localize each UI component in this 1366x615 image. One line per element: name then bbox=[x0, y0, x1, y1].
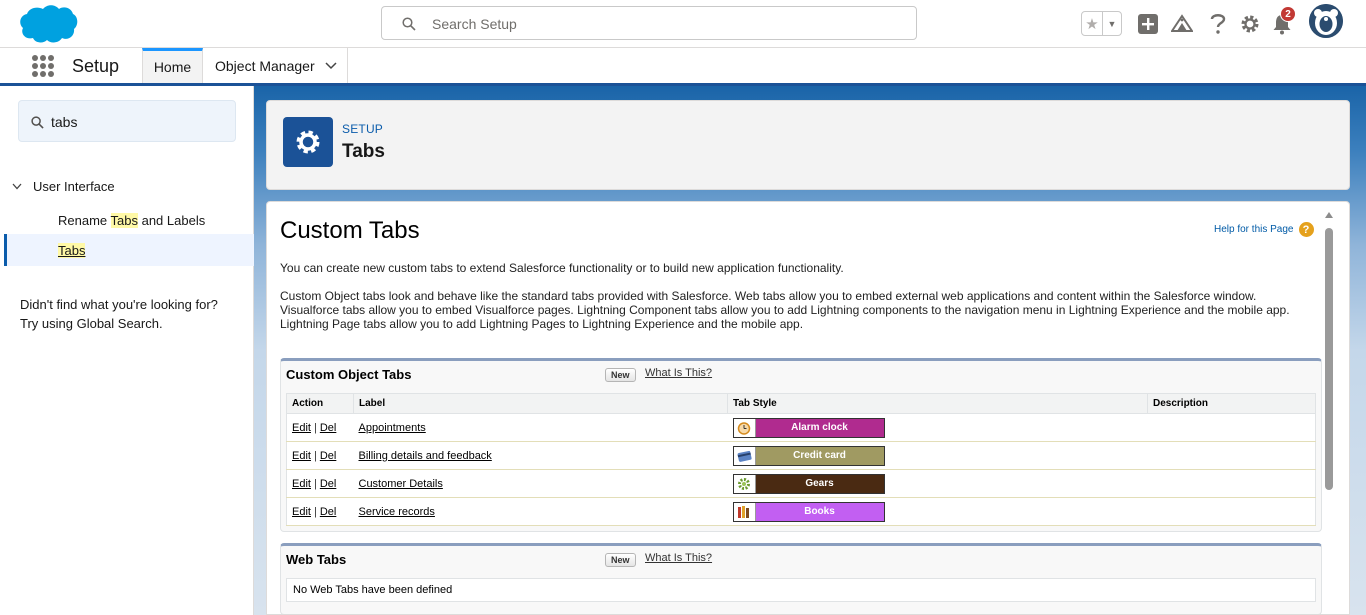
column-header-description: Description bbox=[1147, 393, 1316, 414]
global-search-hint: Didn't find what you're looking for? Try… bbox=[20, 297, 218, 331]
tree-node-label: User Interface bbox=[33, 179, 115, 194]
web-tabs-empty-message: No Web Tabs have been defined bbox=[286, 578, 1316, 602]
scrollbar-thumb[interactable] bbox=[1325, 228, 1333, 490]
tab-label-link[interactable]: Appointments bbox=[359, 422, 426, 434]
what-is-this-link[interactable]: What Is This? bbox=[645, 367, 712, 379]
row-actions: Edit | Del bbox=[286, 497, 354, 526]
tab-style-swatch: Books bbox=[732, 501, 885, 522]
column-header-label: Label bbox=[353, 393, 728, 414]
row-description bbox=[1147, 469, 1316, 498]
column-header-action: Action bbox=[286, 393, 354, 414]
sidebar-item-tabs[interactable]: Tabs bbox=[4, 234, 254, 266]
help-icon[interactable] bbox=[1206, 12, 1230, 36]
favorites-star-icon[interactable]: ★ bbox=[1082, 12, 1103, 35]
search-icon bbox=[31, 116, 44, 129]
global-search-input[interactable] bbox=[432, 14, 892, 34]
global-actions-add-icon[interactable] bbox=[1136, 12, 1160, 36]
tab-style-swatch: Alarm clock bbox=[732, 417, 885, 438]
row-actions: Edit | Del bbox=[286, 413, 354, 442]
app-name: Setup bbox=[72, 56, 120, 76]
intro-paragraph: You can create new custom tabs to extend… bbox=[280, 261, 844, 275]
description-paragraph: Custom Object tabs look and behave like … bbox=[280, 289, 1290, 331]
table-row: Edit | Del Billing details and feedback Cr… bbox=[286, 441, 1316, 470]
column-header-tab-style: Tab Style bbox=[727, 393, 1148, 414]
search-icon bbox=[402, 17, 416, 31]
tab-style-name: Gears bbox=[755, 474, 884, 493]
tab-style-name: Books bbox=[755, 502, 884, 521]
setup-gear-icon bbox=[283, 117, 333, 167]
tab-home-label: Home bbox=[153, 59, 192, 75]
salesforce-logo[interactable] bbox=[18, 3, 78, 45]
content-panel: Custom Tabs Help for this Page ? You can… bbox=[266, 201, 1350, 615]
row-description bbox=[1147, 413, 1316, 442]
page-header: SETUP Tabs bbox=[266, 100, 1350, 190]
edit-link[interactable]: Edit bbox=[292, 506, 311, 518]
trailhead-guidance-icon[interactable] bbox=[1170, 12, 1194, 36]
favorites-dropdown-icon[interactable]: ▼ bbox=[1103, 12, 1121, 35]
tab-style-swatch: Credit card bbox=[732, 445, 885, 466]
sidebar-item-rename-tabs-and-labels[interactable]: Rename Tabs and Labels bbox=[4, 204, 254, 236]
table-row: Edit | Del Service records Books bbox=[286, 497, 1316, 526]
tab-object-manager-label: Object Manager bbox=[215, 57, 315, 74]
quick-find-input[interactable] bbox=[51, 112, 221, 132]
help-question-icon[interactable]: ? bbox=[1298, 222, 1314, 237]
row-description bbox=[1147, 441, 1316, 470]
del-link[interactable]: Del bbox=[320, 506, 337, 518]
edit-link[interactable]: Edit bbox=[292, 450, 311, 462]
tab-label-link[interactable]: Service records bbox=[359, 506, 435, 518]
user-avatar[interactable] bbox=[1309, 4, 1343, 38]
favorites-group[interactable]: ★ ▼ bbox=[1081, 11, 1122, 36]
table-row: Edit | Del Customer Details Gears bbox=[286, 469, 1316, 498]
tab-label-link[interactable]: Customer Details bbox=[359, 478, 443, 490]
what-is-this-link[interactable]: What Is This? bbox=[645, 552, 712, 564]
sidebar-item-label: Tabs bbox=[58, 242, 86, 258]
chevron-down-icon[interactable] bbox=[325, 61, 337, 70]
global-search-box[interactable] bbox=[381, 6, 917, 40]
notification-count-badge: 2 bbox=[1280, 6, 1296, 22]
gears-icon bbox=[733, 474, 756, 493]
new-custom-object-tab-button[interactable]: New bbox=[605, 368, 636, 382]
scroll-up-arrow-icon[interactable] bbox=[1325, 212, 1333, 218]
tab-label-link[interactable]: Billing details and feedback bbox=[359, 450, 492, 462]
tab-home[interactable]: Home bbox=[142, 48, 203, 83]
edit-link[interactable]: Edit bbox=[292, 478, 311, 490]
help-for-this-page-link[interactable]: Help for this Page ? bbox=[1214, 222, 1314, 237]
context-bar: Setup Home Object Manager bbox=[0, 48, 1366, 86]
edit-link[interactable]: Edit bbox=[292, 422, 311, 434]
setup-sidebar: User Interface Rename Tabs and Labels Ta… bbox=[0, 86, 254, 615]
global-header: ★ ▼ 2 bbox=[0, 0, 1366, 48]
new-web-tab-button[interactable]: New bbox=[605, 553, 636, 567]
tab-style-swatch: Gears bbox=[732, 473, 885, 494]
quick-find-box[interactable] bbox=[18, 100, 236, 142]
row-description bbox=[1147, 497, 1316, 526]
section-heading: Web Tabs bbox=[286, 552, 347, 567]
alarm-clock-icon bbox=[733, 418, 756, 437]
page-header-label: SETUP bbox=[342, 122, 384, 136]
help-link-label: Help for this Page bbox=[1214, 224, 1294, 235]
table-row: Edit | Del Appointments Alarm clock bbox=[286, 413, 1316, 442]
app-launcher-icon[interactable] bbox=[32, 55, 54, 77]
content-scrollbar[interactable] bbox=[1322, 210, 1336, 614]
del-link[interactable]: Del bbox=[320, 450, 337, 462]
page-title: Tabs bbox=[342, 141, 385, 162]
row-actions: Edit | Del bbox=[286, 441, 354, 470]
tab-style-name: Credit card bbox=[755, 446, 884, 465]
tree-node-user-interface[interactable]: User Interface bbox=[12, 179, 115, 194]
del-link[interactable]: Del bbox=[320, 478, 337, 490]
custom-object-tabs-section: Custom Object Tabs New What Is This? Act… bbox=[280, 358, 1322, 532]
credit-card-icon bbox=[733, 446, 756, 465]
setup-gear-icon[interactable] bbox=[1238, 12, 1262, 36]
custom-object-tabs-table: Action Label Tab Style Description Edit |… bbox=[286, 393, 1316, 526]
books-icon bbox=[733, 502, 756, 521]
tab-style-name: Alarm clock bbox=[755, 418, 884, 437]
sidebar-item-label: Rename Tabs and Labels bbox=[58, 212, 206, 228]
tab-object-manager[interactable]: Object Manager bbox=[203, 48, 348, 83]
web-tabs-section: Web Tabs New What Is This? No Web Tabs h… bbox=[280, 543, 1322, 614]
del-link[interactable]: Del bbox=[320, 422, 337, 434]
content-title: Custom Tabs bbox=[280, 217, 420, 244]
section-heading: Custom Object Tabs bbox=[286, 367, 412, 382]
row-actions: Edit | Del bbox=[286, 469, 354, 498]
table-header-row: Action Label Tab Style Description bbox=[286, 393, 1316, 414]
chevron-down-icon[interactable] bbox=[12, 183, 22, 190]
